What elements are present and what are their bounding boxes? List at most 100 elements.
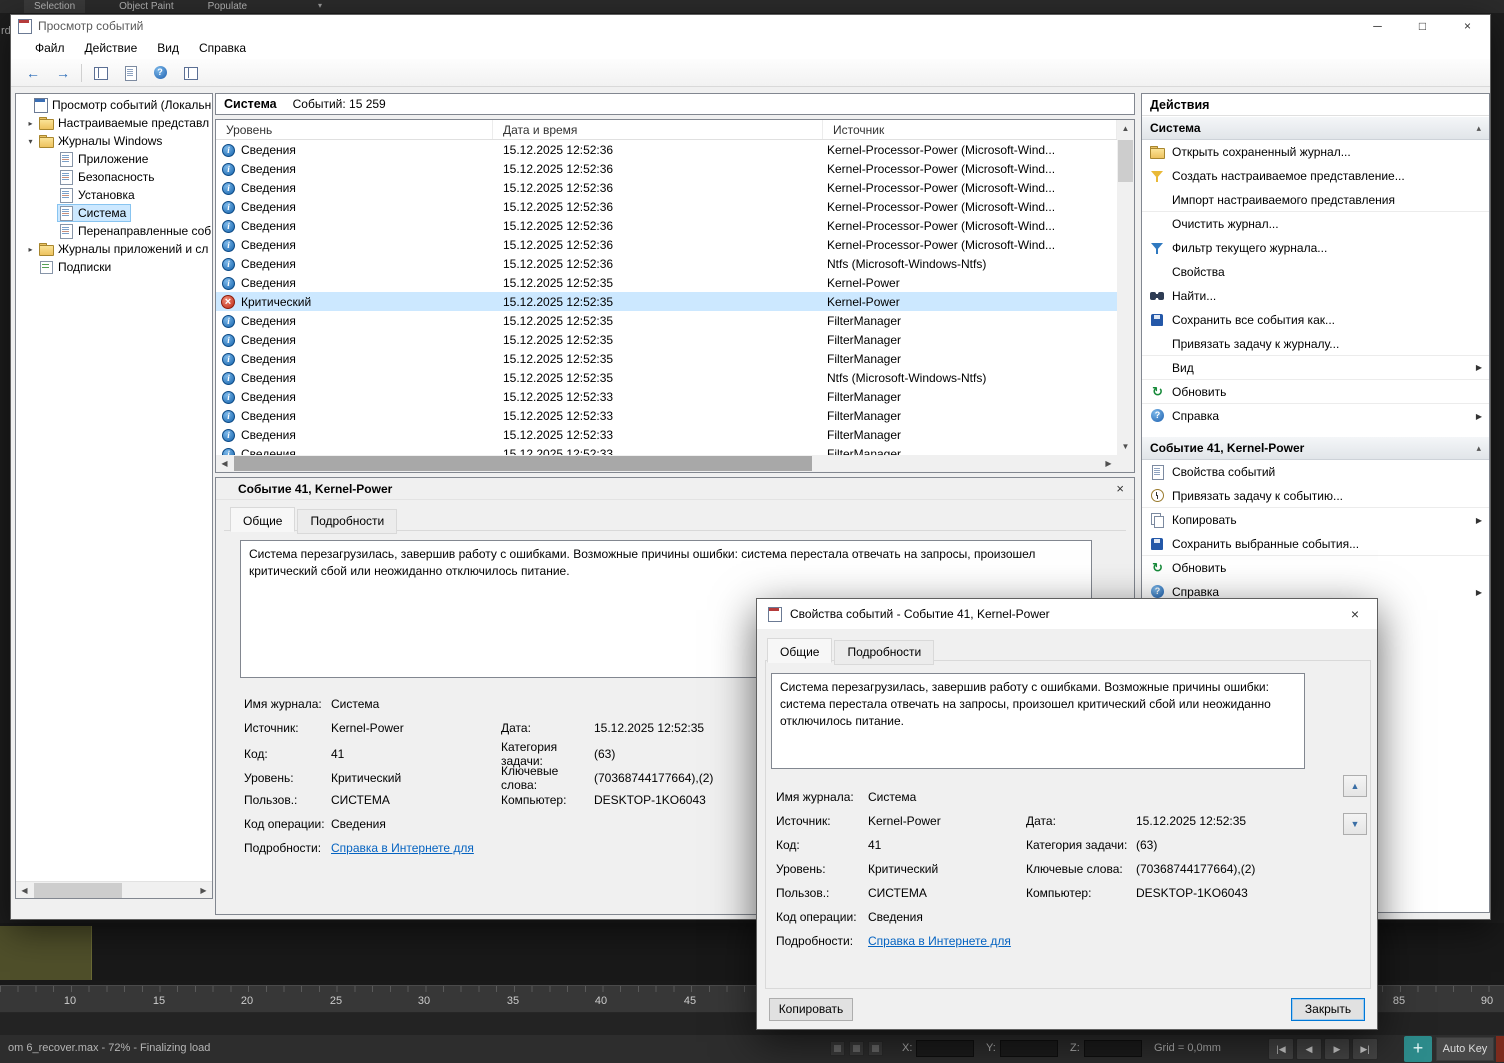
scroll-up-button[interactable]: ▲: [1117, 120, 1134, 137]
event-row[interactable]: Сведения 15.12.2025 12:52:35 FilterManag…: [216, 330, 1117, 349]
show-action-pane-button[interactable]: [178, 62, 202, 84]
plus-button[interactable]: +: [1404, 1036, 1432, 1062]
event-row[interactable]: Сведения 15.12.2025 12:52:36 Kernel-Proc…: [216, 140, 1117, 159]
action-item[interactable]: Справка ▶: [1142, 404, 1489, 428]
action-item[interactable]: Сохранить выбранные события...: [1142, 532, 1489, 556]
ribbon-tab[interactable]: Object Paint: [119, 0, 173, 13]
scroll-down-button[interactable]: ▼: [1117, 438, 1134, 455]
action-item[interactable]: Создать настраиваемое представление...: [1142, 164, 1489, 188]
action-item[interactable]: Фильтр текущего журнала...: [1142, 236, 1489, 260]
event-row[interactable]: Сведения 15.12.2025 12:52:35 Ntfs (Micro…: [216, 368, 1117, 387]
menu-item[interactable]: Действие: [75, 41, 148, 55]
dialog-close-button[interactable]: ×: [1333, 599, 1377, 629]
action-item[interactable]: Импорт настраиваемого представления: [1142, 188, 1489, 212]
tab[interactable]: Общие: [230, 507, 296, 532]
tree-item[interactable]: Установка: [16, 186, 212, 204]
horizontal-scrollbar[interactable]: ◀ ▶: [216, 455, 1117, 472]
column-header[interactable]: Уровень: [216, 120, 493, 139]
scrollbar-thumb[interactable]: [1118, 140, 1133, 182]
preview-header[interactable]: Событие 41, Kernel-Power ×: [216, 478, 1134, 500]
horizontal-scrollbar[interactable]: ◀ ▶: [16, 881, 212, 898]
minimize-button[interactable]: ─: [1355, 15, 1400, 37]
action-item[interactable]: Сохранить все события как...: [1142, 308, 1489, 332]
action-item[interactable]: Очистить журнал...: [1142, 212, 1489, 236]
dialog-titlebar[interactable]: Свойства событий - Событие 41, Kernel-Po…: [757, 599, 1377, 629]
event-row[interactable]: Сведения 15.12.2025 12:52:36 Kernel-Proc…: [216, 178, 1117, 197]
event-row[interactable]: Сведения 15.12.2025 12:52:36 Kernel-Proc…: [216, 216, 1117, 235]
z-coordinate-input[interactable]: [1084, 1040, 1142, 1057]
help-button[interactable]: [148, 62, 172, 84]
status-toggle-icon[interactable]: [830, 1041, 845, 1056]
event-row[interactable]: Сведения 15.12.2025 12:52:35 FilterManag…: [216, 349, 1117, 368]
actions-section-event[interactable]: Событие 41, Kernel-Power ▴: [1142, 436, 1489, 460]
action-item[interactable]: Свойства: [1142, 260, 1489, 284]
event-row[interactable]: Сведения 15.12.2025 12:52:36 Ntfs (Micro…: [216, 254, 1117, 273]
tree-expand-icon[interactable]: ▸: [24, 245, 37, 254]
tree-item[interactable]: Подписки: [16, 258, 212, 276]
transport-button[interactable]: ◀: [1296, 1038, 1322, 1060]
action-item[interactable]: Привязать задачу к событию...: [1142, 484, 1489, 508]
tree-expand-icon[interactable]: ▾: [24, 137, 37, 146]
ribbon-dropdown-icon[interactable]: ▾: [318, 1, 322, 10]
show-console-tree-button[interactable]: [88, 62, 112, 84]
menu-item[interactable]: Вид: [147, 41, 189, 55]
actions-section-system[interactable]: Система ▴: [1142, 116, 1489, 140]
selection-lock-icon[interactable]: [849, 1041, 864, 1056]
action-item[interactable]: Найти...: [1142, 284, 1489, 308]
menu-item[interactable]: Файл: [25, 41, 75, 55]
action-item[interactable]: Обновить: [1142, 380, 1489, 404]
tree-item[interactable]: Приложение: [16, 150, 212, 168]
scrollbar-thumb[interactable]: [34, 883, 122, 898]
window-titlebar[interactable]: Просмотр событий ─ □ ×: [11, 15, 1490, 37]
tree-item[interactable]: ▸ Журналы приложений и сл: [16, 240, 212, 258]
action-item[interactable]: Обновить: [1142, 556, 1489, 580]
transport-button[interactable]: ▶: [1324, 1038, 1350, 1060]
tab[interactable]: Подробности: [297, 509, 398, 534]
online-help-link[interactable]: Справка в Интернете для: [331, 841, 501, 855]
action-item[interactable]: Вид ▶: [1142, 356, 1489, 380]
auto-key-button[interactable]: Auto Key: [1436, 1037, 1494, 1061]
event-row[interactable]: Сведения 15.12.2025 12:52:36 Kernel-Proc…: [216, 159, 1117, 178]
collapse-icon[interactable]: ▴: [1476, 123, 1481, 134]
close-button[interactable]: Закрыть: [1291, 998, 1365, 1021]
transport-button[interactable]: ▶|: [1352, 1038, 1378, 1060]
maximize-button[interactable]: □: [1400, 15, 1445, 37]
online-help-link[interactable]: Справка в Интернете для: [868, 934, 1026, 948]
close-button[interactable]: ×: [1445, 15, 1490, 37]
tree-item[interactable]: Безопасность: [16, 168, 212, 186]
tab[interactable]: Общие: [767, 638, 833, 663]
column-header[interactable]: Дата и время: [493, 120, 823, 139]
x-coordinate-input[interactable]: [916, 1040, 974, 1057]
column-header[interactable]: Источник: [823, 120, 1117, 139]
collapse-icon[interactable]: ▴: [1476, 443, 1481, 454]
vertical-scrollbar[interactable]: ▲ ▼: [1117, 120, 1134, 455]
back-button[interactable]: ←: [21, 62, 45, 84]
ribbon-tab[interactable]: Selection: [24, 0, 86, 13]
transport-button[interactable]: |◀: [1268, 1038, 1294, 1060]
event-row[interactable]: Сведения 15.12.2025 12:52:33 FilterManag…: [216, 444, 1117, 455]
scrollbar-thumb[interactable]: [234, 456, 812, 471]
scroll-right-button[interactable]: ▶: [195, 882, 212, 898]
forward-button[interactable]: →: [51, 62, 75, 84]
properties-button[interactable]: [118, 62, 142, 84]
tab[interactable]: Подробности: [834, 640, 935, 665]
tree-item[interactable]: ▾ Журналы Windows: [16, 132, 212, 150]
event-row[interactable]: Сведения 15.12.2025 12:52:33 FilterManag…: [216, 406, 1117, 425]
tree-item[interactable]: ▸ Настраиваемые представл: [16, 114, 212, 132]
previous-event-button[interactable]: ▲: [1343, 775, 1367, 797]
copy-button[interactable]: Копировать: [769, 998, 853, 1021]
scroll-left-button[interactable]: ◀: [216, 455, 233, 472]
next-event-button[interactable]: ▼: [1343, 813, 1367, 835]
scroll-left-button[interactable]: ◀: [16, 882, 33, 898]
y-coordinate-input[interactable]: [1000, 1040, 1058, 1057]
action-item[interactable]: Открыть сохраненный журнал...: [1142, 140, 1489, 164]
menu-item[interactable]: Справка: [189, 41, 256, 55]
tree-item[interactable]: Перенаправленные соб: [16, 222, 212, 240]
event-row[interactable]: Сведения 15.12.2025 12:52:33 FilterManag…: [216, 387, 1117, 406]
tree-expand-icon[interactable]: ▸: [24, 119, 37, 128]
event-row[interactable]: Сведения 15.12.2025 12:52:33 FilterManag…: [216, 425, 1117, 444]
event-row[interactable]: Сведения 15.12.2025 12:52:36 Kernel-Proc…: [216, 197, 1117, 216]
action-item[interactable]: Свойства событий: [1142, 460, 1489, 484]
ribbon-tab[interactable]: Populate: [208, 0, 247, 13]
event-row[interactable]: Критический 15.12.2025 12:52:35 Kernel-P…: [216, 292, 1117, 311]
